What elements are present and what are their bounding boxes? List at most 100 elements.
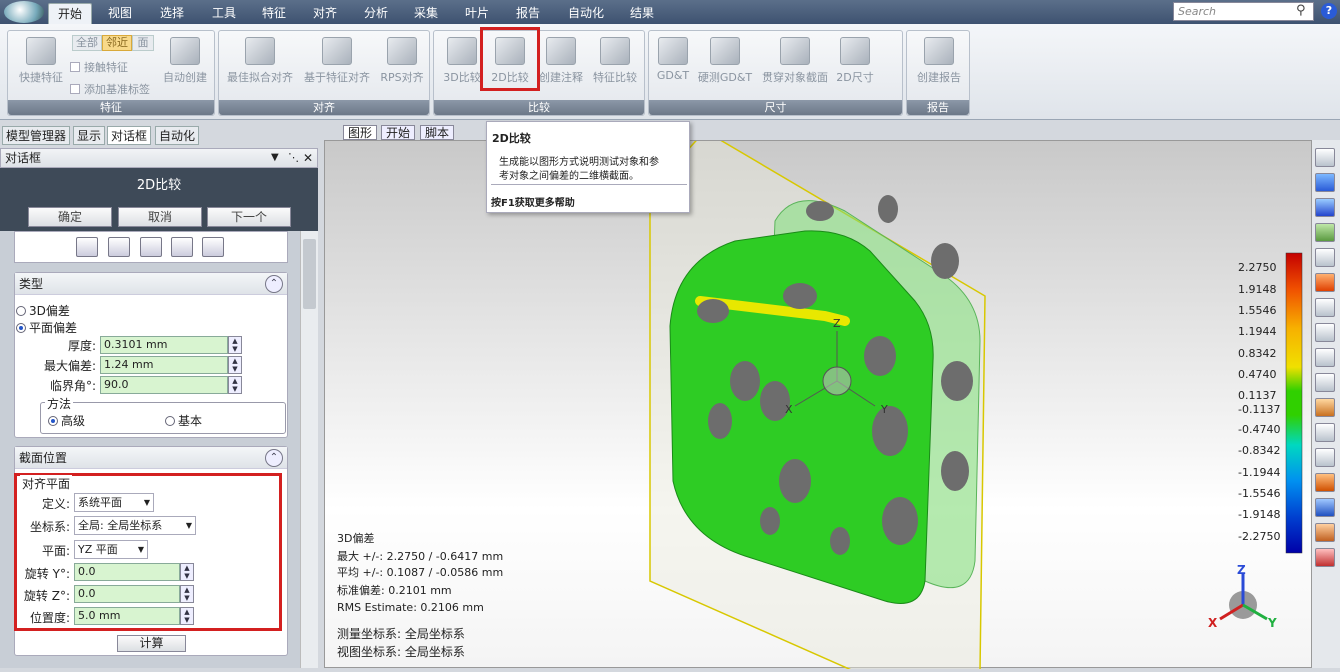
tab-start[interactable]: 开始: [381, 125, 416, 140]
filter-face-button[interactable]: 面: [132, 35, 154, 51]
menu-report[interactable]: 报告: [506, 3, 550, 24]
color-map-icon[interactable]: [1315, 273, 1335, 292]
method-label: 方法: [45, 395, 74, 412]
menu-automation[interactable]: 自动化: [561, 3, 611, 24]
tab-automation[interactable]: 自动化: [155, 126, 200, 145]
through-section-button[interactable]: 贯穿对象截面: [759, 35, 831, 93]
new-icon[interactable]: [76, 237, 98, 257]
redo-icon[interactable]: [202, 237, 224, 257]
search-icon[interactable]: ⚲: [1296, 3, 1312, 19]
tab-display[interactable]: 显示: [73, 126, 106, 145]
render-icon[interactable]: [1315, 548, 1335, 567]
mesh-icon[interactable]: [1315, 498, 1335, 517]
polygon-icon[interactable]: [1315, 423, 1335, 442]
next-button[interactable]: 下一个: [207, 207, 291, 227]
line-icon[interactable]: [1315, 348, 1335, 367]
coord-select[interactable]: 全局: 全局坐标系 ▼: [74, 516, 196, 535]
collapse-icon[interactable]: ⌃: [265, 275, 283, 293]
image-icon[interactable]: [1315, 223, 1335, 242]
save-icon[interactable]: [108, 237, 130, 257]
filter-all-button[interactable]: 全部: [72, 35, 102, 51]
select-icon[interactable]: [140, 237, 162, 257]
surface-icon[interactable]: [1315, 473, 1335, 492]
scrollbar[interactable]: [300, 231, 318, 668]
view-icon[interactable]: [1315, 148, 1335, 167]
menu-blade[interactable]: 叶片: [455, 3, 499, 24]
tab-dialog[interactable]: 对话框: [107, 126, 152, 145]
menu-results[interactable]: 结果: [620, 3, 664, 24]
feature-align-button[interactable]: 基于特征对齐: [301, 35, 373, 93]
thickness-field[interactable]: 0.3101 mm: [100, 336, 228, 354]
shade-icon[interactable]: [1315, 523, 1335, 542]
tab-script[interactable]: 脚本: [420, 125, 455, 140]
rps-align-button[interactable]: RPS对齐: [379, 35, 425, 93]
lasso-icon[interactable]: [1315, 323, 1335, 342]
paint-icon[interactable]: [1315, 398, 1335, 417]
menu-align[interactable]: 对齐: [303, 3, 347, 24]
menu-feature[interactable]: 特征: [252, 3, 296, 24]
scroll-thumb[interactable]: [303, 239, 316, 309]
pin-icon[interactable]: ⋱: [288, 149, 299, 167]
calculate-button[interactable]: 计算: [117, 635, 186, 652]
menu-tools[interactable]: 工具: [202, 3, 246, 24]
tab-graphics[interactable]: 图形: [343, 125, 378, 140]
probe-gdt-button[interactable]: 硬测GD&T: [697, 35, 753, 93]
quick-feature-button[interactable]: 快捷特征: [12, 35, 70, 93]
menu-start[interactable]: 开始: [48, 3, 92, 24]
dim-2d-button[interactable]: 2D尺寸: [833, 35, 877, 93]
collapse-icon[interactable]: ⌃: [265, 449, 283, 467]
feature-compare-button[interactable]: 特征比较: [590, 35, 640, 93]
search-input[interactable]: Search: [1173, 2, 1314, 21]
dropdown-icon[interactable]: ▼: [271, 149, 279, 167]
plane-select[interactable]: YZ 平面 ▼: [74, 540, 148, 559]
rotate-icon[interactable]: [1315, 173, 1335, 192]
cancel-button[interactable]: 取消: [118, 207, 202, 227]
rot-z-field[interactable]: 0.0: [74, 585, 180, 603]
best-fit-align-button[interactable]: 最佳拟合对齐: [225, 35, 295, 93]
help-icon[interactable]: ?: [1321, 3, 1337, 19]
tab-model-manager[interactable]: 模型管理器: [2, 126, 71, 145]
rot-z-spinner[interactable]: ▲ ▼: [180, 585, 194, 603]
filter-near-button[interactable]: 邻近: [102, 35, 132, 51]
touch-feature-checkbox[interactable]: 接触特征: [70, 59, 128, 75]
node-icon[interactable]: [1315, 448, 1335, 467]
auto-create-button[interactable]: 自动创建: [158, 35, 212, 93]
create-report-button[interactable]: 创建报告: [911, 35, 967, 93]
radio-3d-deviation[interactable]: 3D偏差: [16, 302, 70, 319]
rot-y-field[interactable]: 0.0: [74, 563, 180, 581]
critical-angle-spinner[interactable]: ▲ ▼: [228, 376, 242, 394]
zoom-icon[interactable]: [1315, 248, 1335, 267]
max-dev-spinner[interactable]: ▲ ▼: [228, 356, 242, 374]
menu-acquire[interactable]: 采集: [404, 3, 448, 24]
menu-view[interactable]: 视图: [100, 3, 140, 24]
create-annotation-button[interactable]: 创建注释: [536, 35, 586, 93]
menu-analysis[interactable]: 分析: [354, 3, 398, 24]
app-logo[interactable]: [4, 1, 44, 23]
position-field[interactable]: 5.0 mm: [74, 607, 180, 625]
section-position-header[interactable]: 截面位置: [15, 447, 287, 469]
menu-select[interactable]: 选择: [150, 3, 194, 24]
radio-advanced[interactable]: 高级: [48, 412, 85, 429]
rot-y-spinner[interactable]: ▲ ▼: [180, 563, 194, 581]
add-datum-checkbox[interactable]: 添加基准标签: [70, 81, 150, 97]
compare-3d-button[interactable]: 3D比较: [440, 35, 484, 93]
critical-angle-field[interactable]: 90.0: [100, 376, 228, 394]
define-select[interactable]: 系统平面 ▼: [74, 493, 154, 512]
max-dev-field[interactable]: 1.24 mm: [100, 356, 228, 374]
close-icon[interactable]: ✕: [303, 149, 313, 167]
thickness-spinner[interactable]: ▲ ▼: [228, 336, 242, 354]
undo-icon[interactable]: [171, 237, 193, 257]
tooltip: 2D比较 生成能以图形方式说明测试对象和参 考对象之间偏差的二维横截面。 按F1…: [486, 121, 690, 213]
quick-feature-icon: [26, 37, 56, 65]
ok-button[interactable]: 确定: [28, 207, 112, 227]
model-view[interactable]: Z X Y Z X Y: [325, 130, 1313, 672]
select-box-icon[interactable]: [1315, 298, 1335, 317]
window-icon[interactable]: [1315, 198, 1335, 217]
graphics-viewport[interactable]: Z X Y Z X Y: [324, 130, 1313, 672]
radio-basic[interactable]: 基本: [165, 412, 202, 429]
gdt-button[interactable]: GD&T: [653, 35, 693, 93]
radio-plane-deviation[interactable]: 平面偏差: [16, 319, 77, 336]
brush-icon[interactable]: [1315, 373, 1335, 392]
position-spinner[interactable]: ▲ ▼: [180, 607, 194, 625]
type-section-header[interactable]: 类型: [15, 273, 287, 295]
